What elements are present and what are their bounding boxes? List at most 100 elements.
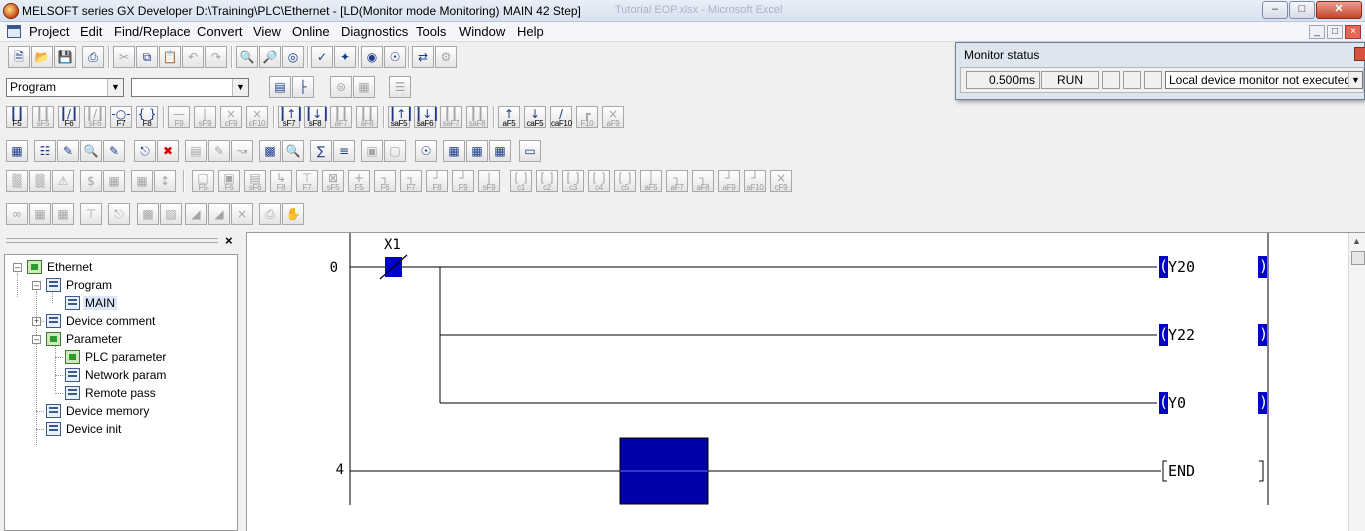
redo-button[interactable]: ↷ [205, 46, 227, 68]
data-list-button[interactable]: ▤ [269, 76, 291, 98]
paste-button[interactable]: 📋 [159, 46, 181, 68]
program-select[interactable]: ▼ [131, 78, 249, 97]
sfc-sf6-button[interactable]: ▤ sF6 [244, 170, 266, 192]
falling-pulse-button[interactable]: ┃↓┃ sF8 [304, 106, 330, 128]
undo-button[interactable]: ↶ [182, 46, 204, 68]
statement-display-button[interactable]: ≡ [333, 140, 355, 162]
sfc-edit-button[interactable]: ✎ [208, 140, 230, 162]
copy-button[interactable]: ⧉ [136, 46, 158, 68]
scroll-thumb[interactable] [1351, 251, 1365, 265]
sfc-chart-button[interactable]: ◢ [185, 203, 207, 225]
sfc-transition-button[interactable]: ▒ [29, 170, 51, 192]
sfc-sel-f7-button[interactable]: ┐ F7 [400, 170, 422, 192]
line-delete-button[interactable]: × aF9 [602, 106, 624, 128]
mdi-minimize-button[interactable]: _ [1309, 25, 1325, 39]
step-search-button[interactable]: ◎ [282, 46, 304, 68]
new-project-button[interactable]: 🗎 [8, 46, 30, 68]
delete-horizontal-line-button[interactable]: × cF9 [220, 106, 242, 128]
sfc-af7-button[interactable]: ┐ aF7 [666, 170, 688, 192]
save-button[interactable]: 💾 [54, 46, 76, 68]
zoom-button[interactable]: ▣ [361, 140, 383, 162]
find-step-button[interactable]: ▦ [29, 203, 51, 225]
sfc-print-button[interactable]: ⎙ [259, 203, 281, 225]
statement-button[interactable]: ▦ [353, 76, 375, 98]
find-transition-button[interactable]: ▦ [52, 203, 74, 225]
write-to-plc-button[interactable]: ✓ [311, 46, 333, 68]
close-button[interactable]: ✕ [1316, 1, 1362, 19]
sfc-zoom-button[interactable]: ▦ [131, 170, 153, 192]
parallel-falling-closed-button[interactable]: ┃┃ saF8 [466, 106, 488, 128]
mdi-close-button[interactable]: × [1345, 25, 1361, 39]
sfc-step-button[interactable]: ▒ [6, 170, 28, 192]
menu-online[interactable]: Online [292, 24, 330, 39]
open-contact-button[interactable]: ┃┃ F5 [6, 106, 28, 128]
monitor-stop-button[interactable]: ✎ [103, 140, 125, 162]
expand-program-toggle[interactable]: – [32, 281, 41, 290]
cut-button[interactable]: ✂ [113, 46, 135, 68]
monitor-close-button[interactable] [1354, 47, 1365, 61]
application-instruction-button[interactable]: { } F8 [136, 106, 158, 128]
scroll-up-icon[interactable]: ▲ [1352, 236, 1361, 246]
sfc-sel-f6-button[interactable]: ┐ F6 [374, 170, 396, 192]
read-from-plc-button[interactable]: ✦ [334, 46, 356, 68]
sfc-c2-button[interactable]: [ ] c2 [536, 170, 558, 192]
rising-pulse-button[interactable]: ┃↑┃ sF7 [278, 106, 304, 128]
sfc-c3-button[interactable]: [ ] c3 [562, 170, 584, 192]
menu-tools[interactable]: Tools [416, 24, 446, 39]
menu-window[interactable]: Window [459, 24, 505, 39]
document-icon[interactable] [7, 25, 21, 38]
zoom-fit-button[interactable]: ▢ [384, 140, 406, 162]
menu-project[interactable]: Project [29, 24, 69, 39]
line-draw-button[interactable]: ┏ F10 [576, 106, 598, 128]
read-mode-button[interactable]: ☷ [34, 140, 56, 162]
comment-display-button[interactable]: ∑ [310, 140, 332, 162]
maximize-button[interactable]: □ [1289, 1, 1315, 19]
parallel-falling-pulse-button[interactable]: ┃┃ aF8 [356, 106, 378, 128]
sfc-chart2-button[interactable]: ◢ [208, 203, 230, 225]
transfer-setup-button[interactable]: ⇄ [412, 46, 434, 68]
list-used-devices-button[interactable]: ▦ [443, 140, 465, 162]
sfc-button[interactable]: ▤ [185, 140, 207, 162]
open-project-button[interactable]: 📂 [31, 46, 53, 68]
menu-help[interactable]: Help [517, 24, 544, 39]
list-view-button[interactable]: ☰ [389, 76, 411, 98]
invert-result-button[interactable]: ∕ caF10 [550, 106, 572, 128]
cross-reference-button[interactable]: ☉ [415, 140, 437, 162]
ladder-editor[interactable]: 0 4 X1 ( Y20 ) ( Y22 ) (Y0) END ▲ [246, 232, 1365, 531]
menu-find-replace[interactable]: Find/Replace [114, 24, 191, 39]
sfc-symbol-button[interactable]: ⊤ [80, 203, 102, 225]
sfc-af10-button[interactable]: ┘ aF10 [744, 170, 766, 192]
project-tree-button[interactable]: ├ [292, 76, 314, 98]
sfc-block-info-button[interactable]: ▨ [160, 203, 182, 225]
rising-pulse-closed-button[interactable]: ┃↑┃ saF5 [388, 106, 414, 128]
sfc-af5-button[interactable]: │ aF5 [640, 170, 662, 192]
sfc-c1-button[interactable]: [ ] c1 [510, 170, 532, 192]
device-search-button[interactable]: 🔍 [236, 46, 258, 68]
sfc-af8-button[interactable]: ┐ aF8 [692, 170, 714, 192]
sfc-cf9-button[interactable]: × cF9 [770, 170, 792, 192]
parallel-rising-closed-button[interactable]: ┃┃ saF7 [440, 106, 462, 128]
sfc-af9-button[interactable]: ┘ aF9 [718, 170, 740, 192]
remote-operation-button[interactable]: ✖ [157, 140, 179, 162]
sfc-f6-button[interactable]: ▣ F6 [218, 170, 240, 192]
menu-diagnostics[interactable]: Diagnostics [341, 24, 408, 39]
binoculars-button[interactable]: ∞ [6, 203, 28, 225]
operation-result-rise-button[interactable]: ↑ aF5 [498, 106, 520, 128]
sfc-s1-button[interactable]: $ [80, 170, 102, 192]
monitor-write-button[interactable]: ☉ [384, 46, 406, 68]
sfc-auto-scroll-button[interactable]: ⎋ [108, 203, 130, 225]
mdi-restore-button[interactable]: □ [1327, 25, 1343, 39]
menu-convert[interactable]: Convert [197, 24, 243, 39]
expand-device-comment-toggle[interactable]: + [32, 317, 41, 326]
window-list-button[interactable]: ▭ [519, 140, 541, 162]
vertical-line-button[interactable]: | sF9 [194, 106, 216, 128]
sfc-sf5-button[interactable]: ⊠ sF5 [322, 170, 344, 192]
sfc-jump-f8-button[interactable]: ↳ F8 [270, 170, 292, 192]
menu-edit[interactable]: Edit [80, 24, 102, 39]
sfc-cancel-button[interactable]: × [231, 203, 253, 225]
closed-contact-button[interactable]: ┃/┃ F6 [58, 106, 80, 128]
parallel-closed-contact-button[interactable]: ┃/┃ sF6 [84, 106, 106, 128]
sfc-end-f7-button[interactable]: ⊤ F7 [296, 170, 318, 192]
vertical-scrollbar[interactable]: ▲ [1348, 233, 1365, 531]
counter-list-button[interactable]: ▦ [489, 140, 511, 162]
